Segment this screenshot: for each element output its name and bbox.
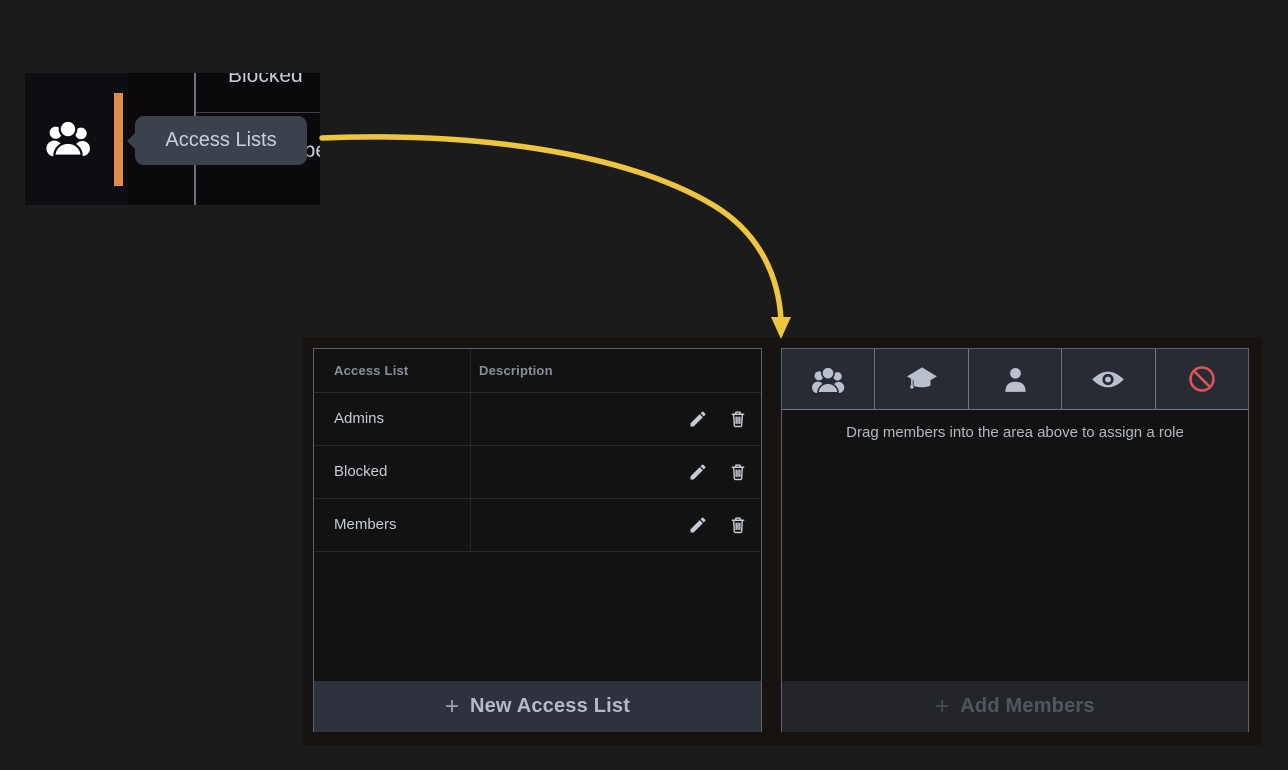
role-drop-target-observers[interactable] xyxy=(1062,349,1155,409)
blocked-icon xyxy=(1187,364,1217,394)
delete-button[interactable] xyxy=(726,461,750,485)
role-tabs-row xyxy=(782,349,1248,410)
trash-icon xyxy=(728,462,748,482)
role-drop-target-admins[interactable] xyxy=(782,349,875,409)
access-lists-nav-icon[interactable] xyxy=(45,117,91,157)
drag-members-hint: Drag members into the area above to assi… xyxy=(782,424,1248,441)
edit-button[interactable] xyxy=(686,408,710,432)
edit-button[interactable] xyxy=(686,514,710,538)
panels-container: Access List Description Admins xyxy=(303,337,1262,745)
access-lists-tooltip: Access Lists xyxy=(135,116,307,165)
trash-icon xyxy=(728,515,748,535)
row-divider xyxy=(196,112,320,113)
role-assignment-panel: Drag members into the area above to assi… xyxy=(781,348,1249,732)
column-header-description: Description xyxy=(479,363,553,378)
new-access-list-label: New Access List xyxy=(470,695,630,718)
group-icon xyxy=(811,365,845,393)
edit-button[interactable] xyxy=(686,461,710,485)
pencil-icon xyxy=(688,462,708,482)
table-row-admins[interactable]: Admins xyxy=(314,393,761,446)
plus-icon: + xyxy=(935,693,949,721)
access-lists-panel: Access List Description Admins xyxy=(313,348,762,732)
table-row-members[interactable]: Members xyxy=(314,499,761,552)
screenshot-stage: Blocked Members Access Lists Access List… xyxy=(0,0,1288,770)
access-list-name: Blocked xyxy=(334,463,387,480)
partial-row-blocked: Blocked xyxy=(228,73,303,88)
active-nav-accent-bar xyxy=(114,93,123,186)
pencil-icon xyxy=(688,409,708,429)
person-icon xyxy=(1002,366,1029,393)
new-access-list-button[interactable]: + New Access List xyxy=(314,681,761,732)
eye-icon xyxy=(1090,368,1126,391)
graduation-cap-icon xyxy=(905,365,939,393)
add-members-label: Add Members xyxy=(960,695,1094,718)
access-list-name: Members xyxy=(334,516,397,533)
delete-button[interactable] xyxy=(726,514,750,538)
column-header-access-list: Access List xyxy=(334,363,408,378)
table-row-blocked[interactable]: Blocked xyxy=(314,446,761,499)
role-drop-target-members[interactable] xyxy=(969,349,1062,409)
access-list-name: Admins xyxy=(334,410,384,427)
add-members-button[interactable]: + Add Members xyxy=(782,681,1248,732)
trash-icon xyxy=(728,409,748,429)
table-header: Access List Description xyxy=(314,349,761,393)
role-drop-target-teachers[interactable] xyxy=(875,349,968,409)
pencil-icon xyxy=(688,515,708,535)
delete-button[interactable] xyxy=(726,408,750,432)
role-drop-target-blocked[interactable] xyxy=(1156,349,1248,409)
plus-icon: + xyxy=(445,693,459,721)
group-icon xyxy=(45,117,91,157)
